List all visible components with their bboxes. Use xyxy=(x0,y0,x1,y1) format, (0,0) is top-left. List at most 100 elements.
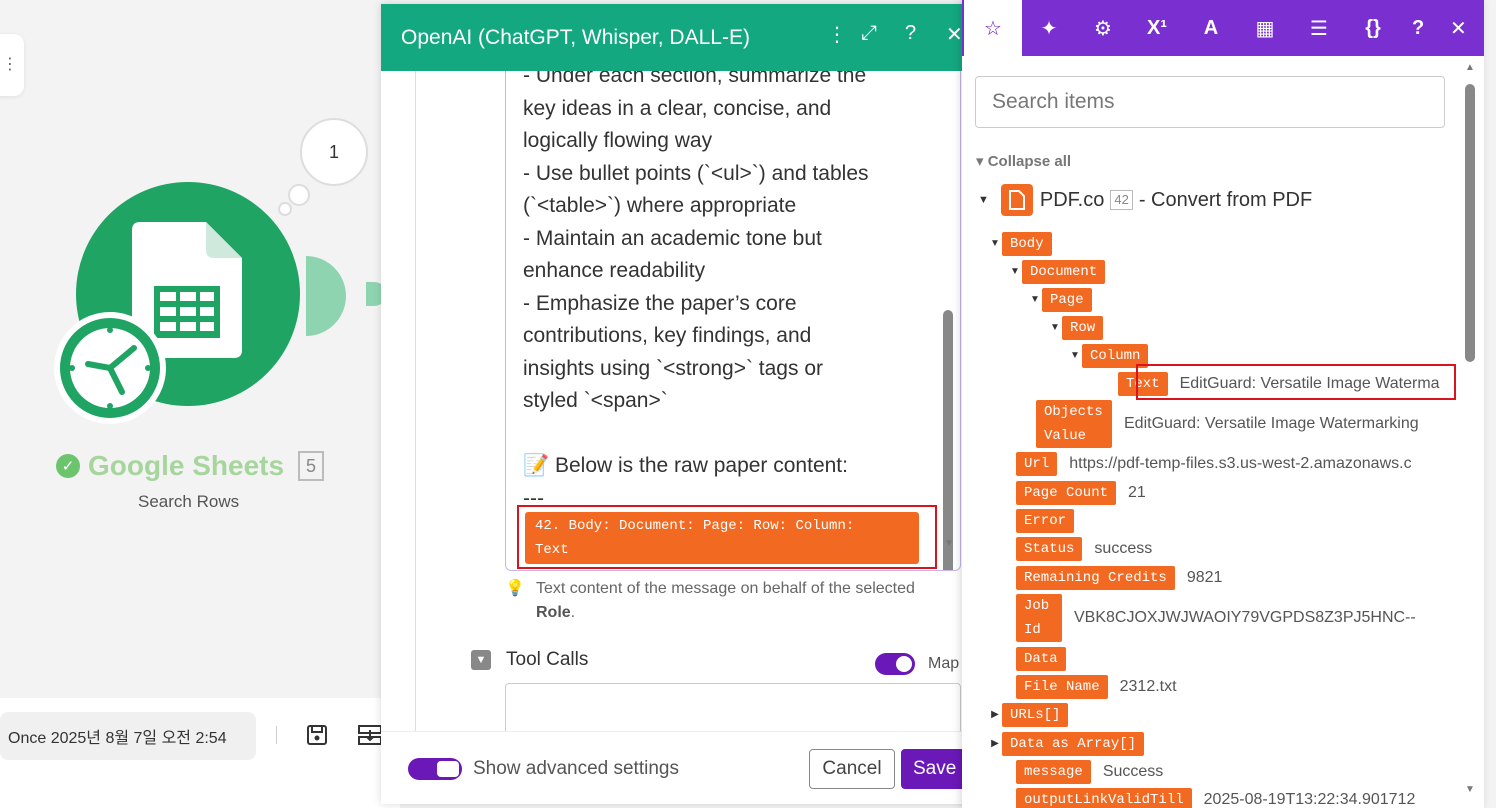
caret-down-icon[interactable]: ▼ xyxy=(988,232,1002,249)
tree-item[interactable]: ▼ Page xyxy=(1028,288,1092,312)
module-title: ✓ Google Sheets 5 xyxy=(56,450,325,482)
more-options-icon[interactable]: ⋮ xyxy=(827,22,847,47)
openai-module-panel: OpenAI (ChatGPT, Whisper, DALL-E) ⋮ ⤢ ? … xyxy=(381,4,971,804)
tree-item[interactable]: Url https://pdf-temp-files.s3.us-west-2.a… xyxy=(1016,452,1412,476)
tree-item-label[interactable]: Remaining Credits xyxy=(1016,566,1175,590)
tree-item[interactable]: Remaining Credits 9821 xyxy=(1016,566,1222,590)
tree-item-value: 9821 xyxy=(1186,569,1223,586)
tree-item-label[interactable]: Data as Array[] xyxy=(1002,732,1145,756)
highlight-box xyxy=(1136,364,1456,400)
tree-item[interactable]: Page Count 21 xyxy=(1016,481,1146,505)
canvas-side-button[interactable]: ⋮ xyxy=(0,34,24,96)
help-icon[interactable]: ? xyxy=(905,22,916,45)
tree-item[interactable]: Status success xyxy=(1016,537,1152,561)
tab-favorites[interactable]: ☆ xyxy=(964,0,1022,56)
panel-title: OpenAI (ChatGPT, Whisper, DALL-E) xyxy=(401,25,750,49)
tab-math[interactable]: X¹ xyxy=(1130,0,1184,56)
caret-down-icon[interactable]: ▼ xyxy=(978,194,989,206)
textarea-scrollbar-thumb[interactable] xyxy=(943,310,953,570)
advanced-settings-toggle[interactable] xyxy=(408,758,462,780)
operation-count-bubble[interactable]: 1 xyxy=(300,118,368,186)
save-button[interactable]: Save xyxy=(901,749,971,789)
check-icon: ✓ xyxy=(56,454,80,478)
tree-item-label[interactable]: Error xyxy=(1016,509,1075,533)
scroll-down-arrow-icon[interactable]: ▼ xyxy=(944,538,954,549)
message-content-field[interactable]: - Under each section, summarize the key i… xyxy=(505,71,961,571)
mapping-scrollbar-thumb[interactable] xyxy=(1465,84,1475,362)
tree-item[interactable]: ▼ Document xyxy=(1008,260,1106,284)
tree-item[interactable]: outputLinkValidTill 2025-08-19T13:22:34.9… xyxy=(1016,788,1415,808)
tool-calls-input[interactable] xyxy=(505,683,961,731)
star-icon: ☆ xyxy=(984,17,1002,40)
tree-item-label[interactable]: Body xyxy=(1002,232,1052,256)
map-toggle[interactable] xyxy=(875,653,915,675)
tree-item-label[interactable]: Data xyxy=(1016,647,1066,671)
tree-item-label[interactable]: Job Id xyxy=(1016,594,1062,642)
caret-down-icon[interactable]: ▼ xyxy=(1048,316,1062,333)
flow-control-icon[interactable] xyxy=(358,724,382,746)
caret-down-icon[interactable]: ▼ xyxy=(1008,260,1022,277)
tab-general[interactable]: ⚙ xyxy=(1076,0,1130,56)
tree-item-label[interactable]: Status xyxy=(1016,537,1083,561)
caret-right-icon[interactable]: ▶ xyxy=(988,703,1002,720)
close-icon[interactable]: ✕ xyxy=(1450,0,1467,56)
collapse-all-button[interactable]: ▾ Collapse all xyxy=(976,152,1071,170)
message-line: (`<table>`) where appropriate xyxy=(523,194,797,217)
caret-down-icon[interactable]: ▼ xyxy=(1028,288,1042,305)
tree-item[interactable]: Objects Value EditGuard: Versatile Image … xyxy=(1036,400,1419,448)
tree-item-label[interactable]: Url xyxy=(1016,452,1058,476)
schedule-clock-icon[interactable] xyxy=(54,312,166,424)
tree-item-label[interactable]: message xyxy=(1016,760,1091,784)
tab-text[interactable]: A xyxy=(1184,0,1238,56)
module-id-badge: 5 xyxy=(298,451,325,481)
tree-item[interactable]: Data xyxy=(1016,647,1066,671)
expand-icon[interactable]: ⤢ xyxy=(861,22,877,45)
message-content-text[interactable]: - Under each section, summarize the key i… xyxy=(523,71,913,515)
gear-icon: ⚙ xyxy=(1094,17,1112,40)
tree-item-value: 21 xyxy=(1128,484,1146,501)
tab-array[interactable]: ☰ xyxy=(1292,0,1346,56)
tree-item[interactable]: ▶ Data as Array[] xyxy=(988,732,1145,756)
tree-item[interactable]: ▼ Body xyxy=(988,232,1052,256)
tab-json[interactable]: {} xyxy=(1346,0,1400,56)
save-icon[interactable] xyxy=(306,724,328,746)
tree-item-value: 2025-08-19T13:22:34.901712 xyxy=(1203,791,1416,808)
tree-item[interactable]: message Success xyxy=(1016,760,1163,784)
scroll-down-arrow-icon[interactable]: ▼ xyxy=(1465,784,1475,795)
scroll-up-arrow-icon[interactable]: ▲ xyxy=(1465,62,1475,73)
message-line: logically flowing way xyxy=(523,129,713,152)
tool-calls-section[interactable]: ▼ Tool Calls xyxy=(471,649,588,671)
tab-date[interactable]: ▦ xyxy=(1238,0,1292,56)
module-connector-half[interactable] xyxy=(306,256,346,336)
tree-item-label[interactable]: Document xyxy=(1022,260,1106,284)
sparkle-icon: ✦ xyxy=(1040,17,1058,40)
tree-item-label[interactable]: File Name xyxy=(1016,675,1108,699)
search-input[interactable]: Search items xyxy=(975,76,1445,128)
advanced-settings-label: Show advanced settings xyxy=(473,758,679,779)
caret-down-icon[interactable]: ▼ xyxy=(1068,344,1082,361)
caret-right-icon[interactable]: ▶ xyxy=(988,732,1002,749)
source-module-row[interactable]: ▼ PDF.co 42 - Convert from PDF xyxy=(978,184,1312,216)
schedule-button[interactable]: Once 2025년 8월 7일 오전 2:54 xyxy=(0,712,256,760)
close-icon[interactable]: ✕ xyxy=(946,22,963,47)
tab-ai[interactable]: ✦ xyxy=(1022,0,1076,56)
tree-item-value: https://pdf-temp-files.s3.us-west-2.amaz… xyxy=(1069,455,1412,472)
tree-item[interactable]: ▼ Row xyxy=(1048,316,1104,340)
tree-item[interactable]: Error xyxy=(1016,509,1075,533)
tree-item-label[interactable]: Page Count xyxy=(1016,481,1117,505)
tree-item-label[interactable]: Objects Value xyxy=(1036,400,1112,448)
chevron-down-icon[interactable]: ▼ xyxy=(471,650,491,670)
tree-item[interactable]: Job Id VBK8CJOXJWJWAOIY79VGPDS8Z3PJ5HNC-- xyxy=(1016,594,1416,642)
cancel-button[interactable]: Cancel xyxy=(809,749,895,789)
tree-item-label[interactable]: Row xyxy=(1062,316,1104,340)
tree-item-label[interactable]: URLs[] xyxy=(1002,703,1069,727)
tree-item-label[interactable]: outputLinkValidTill xyxy=(1016,788,1192,808)
help-icon[interactable]: ? xyxy=(1412,0,1424,56)
tree-item[interactable]: File Name 2312.txt xyxy=(1016,675,1177,699)
field-hint: 💡 Text content of the message on behalf … xyxy=(505,577,945,625)
tree-item[interactable]: ▶ URLs[] xyxy=(988,703,1069,727)
module-action: Search Rows xyxy=(138,492,240,511)
module-name: Google Sheets xyxy=(88,450,285,481)
mapping-tabs: ☆ ✦ ⚙ X¹ A ▦ ☰ {} ? ✕ xyxy=(962,0,1484,56)
tree-item-label[interactable]: Page xyxy=(1042,288,1092,312)
